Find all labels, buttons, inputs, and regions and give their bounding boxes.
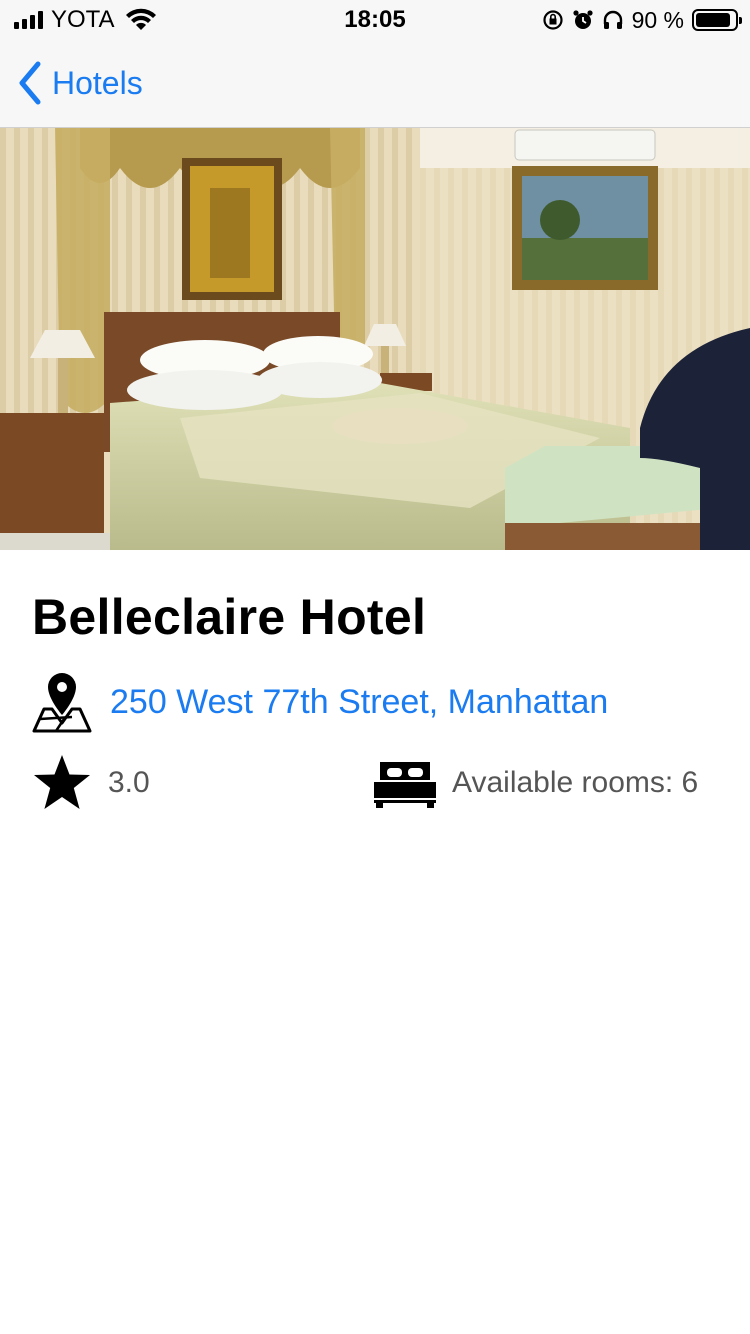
battery-fill	[696, 13, 731, 27]
status-bar: YOTA 18:05 90 %	[0, 0, 750, 40]
hotel-address-link[interactable]: 250 West 77th Street, Manhattan	[110, 683, 608, 722]
star-icon	[34, 755, 90, 809]
battery-percent: 90 %	[631, 6, 684, 33]
navigation-bar: Hotels	[0, 40, 750, 128]
back-button-label: Hotels	[52, 64, 143, 101]
back-button[interactable]: Hotels	[16, 60, 143, 106]
chevron-left-icon	[19, 61, 41, 105]
status-bar-right: 90 %	[542, 6, 742, 34]
rooms-row: Available rooms: 6	[374, 756, 698, 810]
orientation-lock-icon	[542, 10, 563, 30]
map-pin-icon	[32, 673, 92, 733]
hotel-name: Belleclaire Hotel	[32, 589, 427, 645]
available-rooms: Available rooms: 6	[452, 766, 699, 799]
headphones-icon	[603, 10, 622, 29]
hotel-rating: 3.0	[108, 766, 150, 799]
hotel-room-image	[0, 128, 750, 550]
alarm-icon	[572, 10, 593, 29]
hotel-photo	[0, 128, 750, 550]
battery-icon	[692, 9, 742, 31]
bed-icon	[374, 762, 436, 808]
address-row[interactable]: 250 West 77th Street, Manhattan	[32, 670, 608, 734]
rating-row: 3.0	[32, 752, 150, 814]
